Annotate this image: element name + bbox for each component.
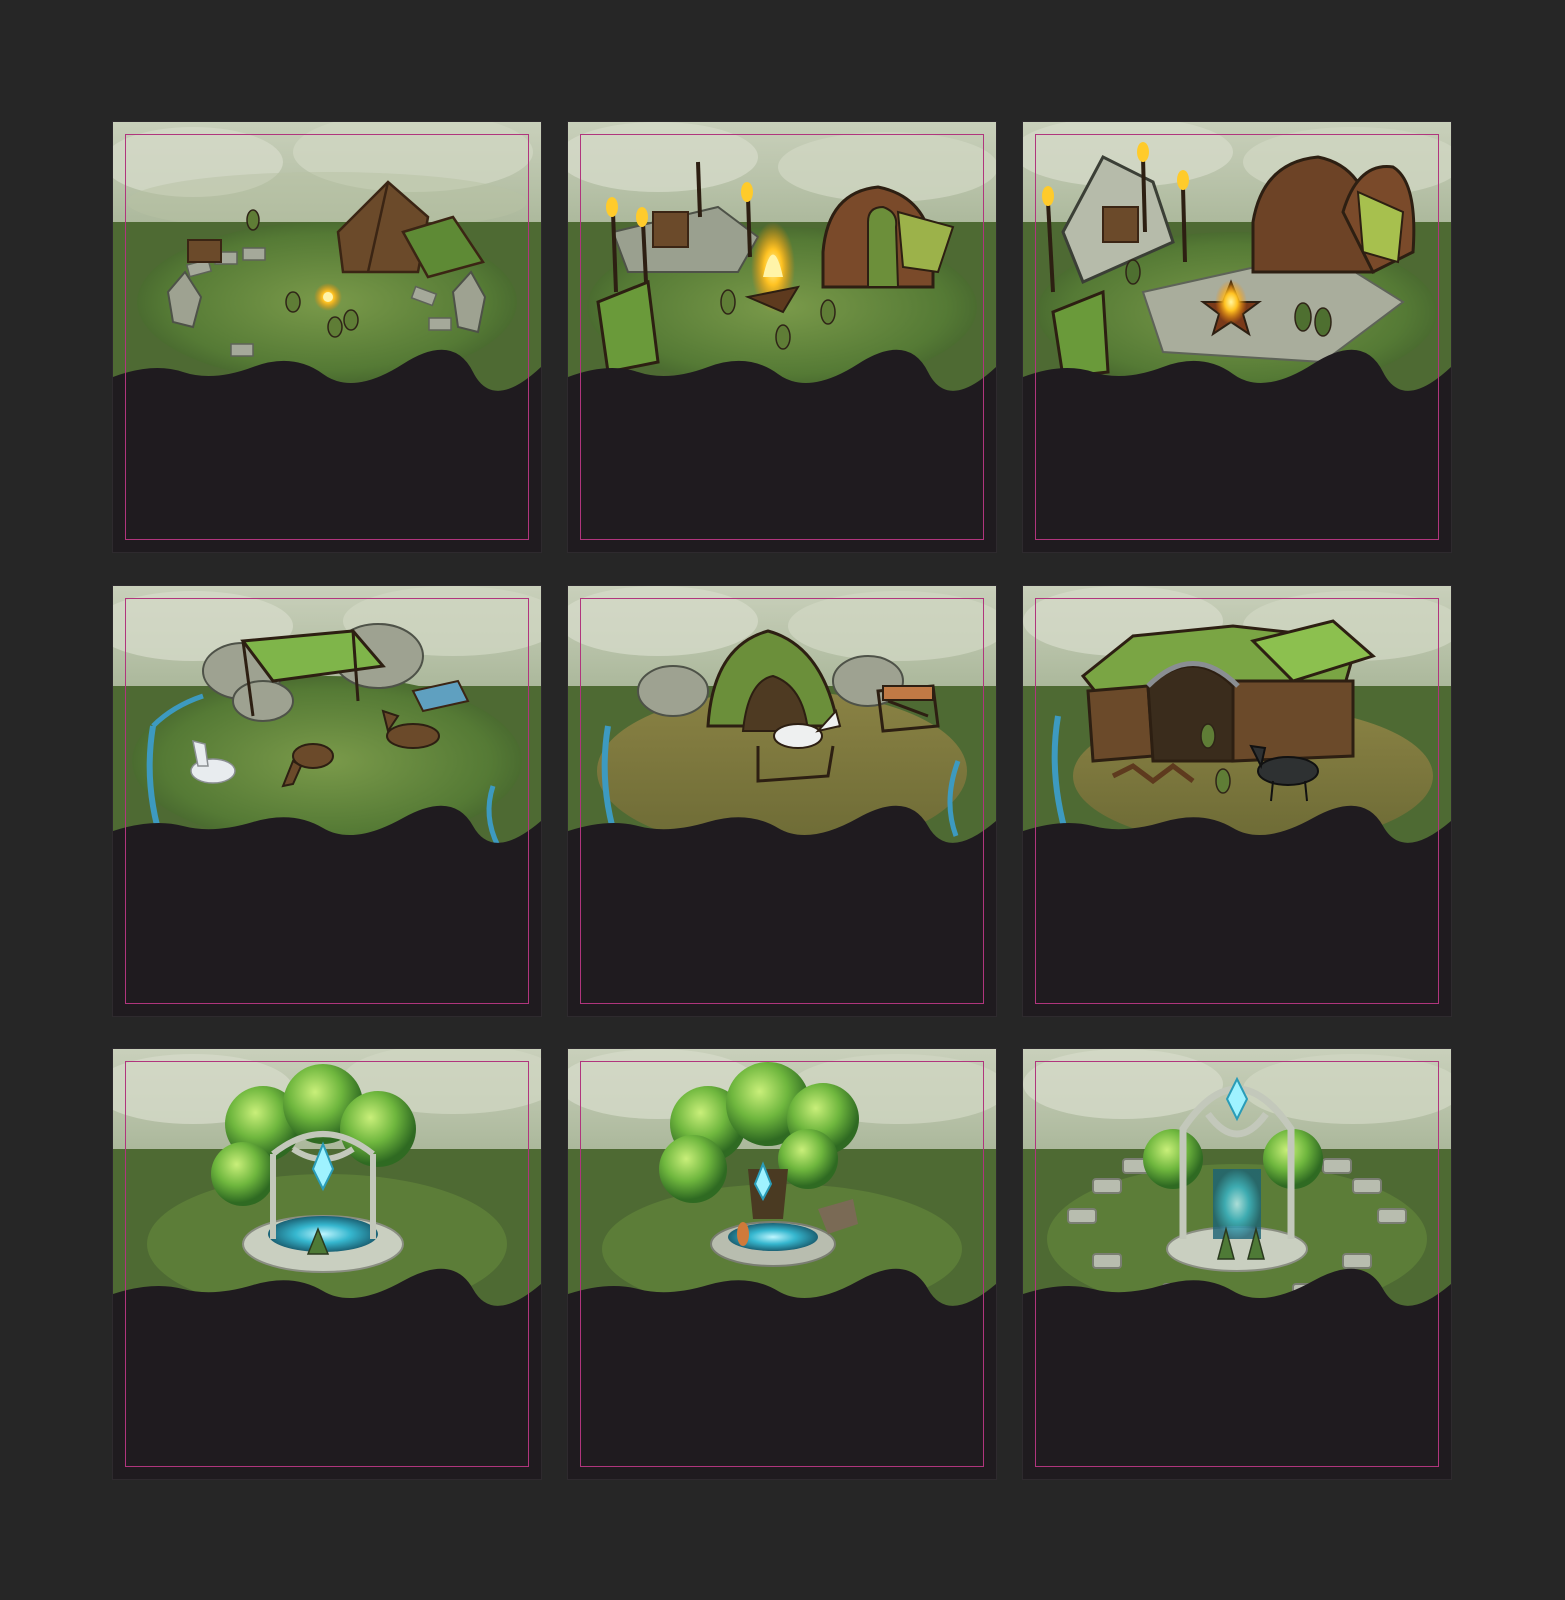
concept-card-1 (113, 122, 541, 552)
scene-moon-shrine (1023, 1049, 1451, 1479)
scene-tree-gazebo (113, 1049, 541, 1479)
concept-card-7 (113, 1049, 541, 1479)
throne (652, 211, 689, 248)
portal (1213, 1169, 1261, 1239)
scene-canopy-horses (113, 586, 541, 1016)
concept-card-2 (568, 122, 996, 552)
concept-card-3 (1023, 122, 1451, 552)
concept-card-4 (113, 586, 541, 1016)
stable-wall (1086, 684, 1155, 763)
concept-card-9 (1023, 1049, 1451, 1479)
concept-card-6 (1023, 586, 1451, 1016)
scene-camp-tents (113, 122, 541, 552)
scene-camp-bonfire (568, 122, 996, 552)
concept-card-5 (568, 586, 996, 1016)
scene-stone-plaza (1023, 122, 1451, 552)
figure (737, 1222, 749, 1246)
concept-card-8 (568, 1049, 996, 1479)
crate (187, 239, 222, 263)
scene-great-tree-fountain (568, 1049, 996, 1479)
scene-arched-hut (568, 586, 996, 1016)
scene-stable (1023, 586, 1451, 1016)
